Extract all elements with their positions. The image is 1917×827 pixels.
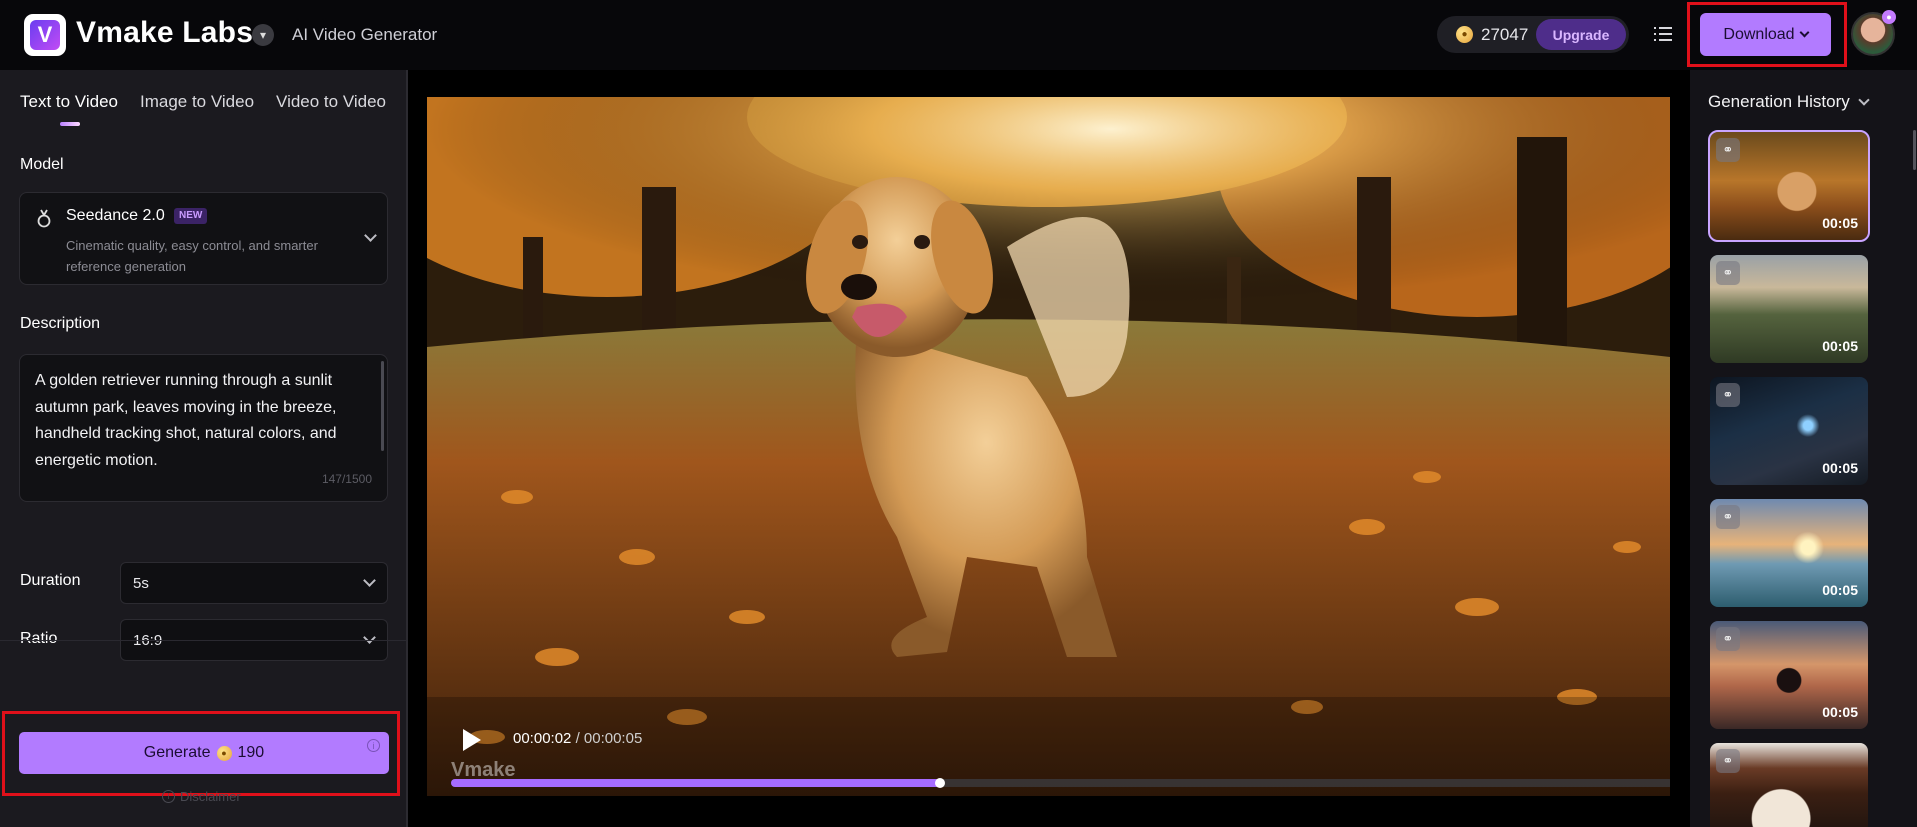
chevron-down-icon [1858,93,1870,106]
coin-icon: ● [1456,26,1473,43]
new-badge: NEW [174,208,208,224]
mode-tabs: Text to Video Image to Video Video to Vi… [20,92,386,112]
page-subtitle: AI Video Generator [292,25,438,44]
download-button-label: Download [1723,25,1795,43]
tab-video-to-video[interactable]: Video to Video [276,92,386,112]
thumbnail-duration: 00:05 [1822,460,1858,476]
disclaimer-link[interactable]: i Disclaimer [162,789,241,804]
credits-pill[interactable]: ● 27047 Upgrade [1437,16,1629,53]
history-title[interactable]: Generation History [1708,92,1870,112]
credits-count: 27047 [1481,24,1529,44]
description-text[interactable]: A golden retriever running through a sun… [35,368,365,474]
download-button[interactable]: Download [1700,13,1831,56]
tab-image-to-video[interactable]: Image to Video [140,92,254,112]
notification-badge-icon[interactable]: ● [1882,10,1896,24]
divider [0,640,406,641]
video-frame-golden-retriever [427,97,1670,796]
chevron-down-icon [363,631,376,644]
seedance-icon [35,207,55,229]
progress-handle[interactable] [934,778,945,788]
generate-button[interactable]: Generate ● 190 [19,732,389,774]
progress-bar[interactable] [451,778,1670,788]
thumbnail-duration: 00:05 [1822,338,1858,354]
chevron-down-icon [363,574,376,587]
progress-fill [451,779,940,787]
top-bar: V Vmake Labs ▾ AI Video Generator ● 2704… [0,0,1917,70]
info-icon: i [162,790,175,803]
active-tab-indicator [60,122,80,126]
generation-history-panel: Generation History ⚭ 00:05 ⚭ 00:05 ⚭ 00:… [1690,70,1917,827]
vmake-logo[interactable]: V [24,14,66,56]
brand-name[interactable]: Vmake Labs [76,16,253,50]
tab-text-to-video[interactable]: Text to Video [20,92,118,112]
upgrade-button[interactable]: Upgrade [1536,19,1626,50]
playback-time: 00:00:02 / 00:00:05 [513,730,642,747]
generate-label: Generate [143,744,211,761]
thumbnail-duration: 00:05 [1822,704,1858,720]
history-thumbnail[interactable]: ⚭ 00:05 [1710,621,1868,729]
chevron-down-icon [1799,27,1810,38]
seedance-icon: ⚭ [1716,138,1740,162]
history-thumbnail[interactable]: ⚭ 00:05 [1710,255,1868,363]
duration-label: Duration [20,572,81,589]
model-label: Model [20,156,64,173]
duration-select[interactable]: 5s [120,562,388,604]
model-selector[interactable]: Seedance 2.0 NEW Cinematic quality, easy… [19,192,388,285]
description-textarea[interactable]: A golden retriever running through a sun… [19,354,388,502]
thumbnail-duration: 00:05 [1822,582,1858,598]
coin-icon: ● [216,745,232,761]
character-count: 147/1500 [321,472,372,486]
history-thumbnail[interactable]: ⚭ 00:05 [1710,499,1868,607]
model-description: Cinematic quality, easy control, and sma… [66,238,318,274]
ratio-label: Ratio [20,630,58,647]
history-thumbnail[interactable]: ⚭ [1710,743,1868,827]
total-time: / 00:00:05 [575,730,643,747]
seedance-icon: ⚭ [1716,627,1740,651]
description-scrollbar[interactable] [381,361,384,451]
seedance-icon: ⚭ [1716,383,1740,407]
logo-v-icon: V [30,20,60,50]
history-thumbnail[interactable]: ⚭ 00:05 [1710,377,1868,485]
seedance-icon: ⚭ [1716,749,1740,773]
chevron-down-icon[interactable]: ▾ [252,24,274,46]
history-thumbnail[interactable]: ⚭ 00:05 [1708,130,1870,242]
description-label: Description [20,315,101,332]
disclaimer-label: Disclaimer [180,789,241,804]
current-time: 00:00:02 [513,730,572,747]
list-menu-icon[interactable] [1654,26,1672,42]
history-scrollbar[interactable] [1913,130,1916,170]
seedance-icon: ⚭ [1716,261,1740,285]
video-player[interactable]: Vmake 00:00:02 / 00:00:05 [427,97,1670,796]
info-icon[interactable]: i [367,739,380,752]
seedance-icon: ⚭ [1716,505,1740,529]
play-icon[interactable] [463,729,481,751]
generate-cost: 190 [237,744,265,761]
thumbnail-duration: 00:05 [1822,215,1858,231]
model-name: Seedance 2.0 [66,207,165,224]
chevron-down-icon [364,229,377,242]
duration-value: 5s [133,575,149,592]
history-title-label: Generation History [1708,92,1850,111]
